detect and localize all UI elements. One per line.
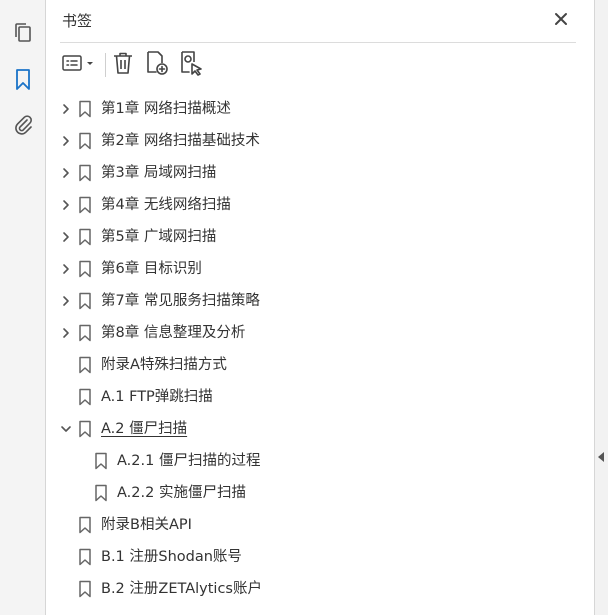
options-button[interactable] [60,50,98,80]
attachments-button[interactable] [9,113,37,141]
bookmark-icon [78,228,92,246]
bookmark-label: 第3章 局域网扫描 [101,165,217,181]
panel-collapse-strip[interactable] [594,0,608,615]
bookmark-icon [78,420,92,438]
bookmark-icon [78,164,92,182]
bookmark-icon [94,484,108,502]
bookmark-item[interactable]: B.2 注册ZETAlytics账户 [46,573,586,605]
bookmark-icon [94,452,108,470]
pages-button[interactable] [9,21,37,49]
bookmarks-toolbar [58,50,358,80]
bookmark-icon [78,548,92,566]
chevron-right-icon[interactable] [60,166,72,180]
bookmark-item[interactable]: A.1 FTP弹跳扫描 [46,381,586,413]
chevron-right-icon[interactable] [60,326,72,340]
bookmark-label: 第1章 网络扫描概述 [101,101,231,117]
bookmark-item[interactable]: 第2章 网络扫描基础技术 [46,125,586,157]
bookmark-subitem[interactable]: A.2.1 僵尸扫描的过程 [46,445,586,477]
bookmark-item[interactable]: 第1章 网络扫描概述 [46,93,586,125]
bookmark-label: A.2.2 实施僵尸扫描 [117,485,246,501]
close-icon [554,11,568,30]
bookmark-label: B.1 注册Shodan账号 [101,549,242,565]
close-panel-button[interactable] [550,9,572,31]
new-bookmark-button[interactable] [144,50,170,80]
chevron-down-icon[interactable] [60,422,72,436]
bookmark-label: 第8章 信息整理及分析 [101,325,246,341]
panel-title: 书签 [62,12,93,30]
bookmark-label: B.2 注册ZETAlytics账户 [101,581,262,597]
bookmark-item[interactable]: 第4章 无线网络扫描 [46,189,586,221]
title-divider [60,42,576,43]
bookmark-item[interactable]: 附录B相关API [46,509,586,541]
delete-icon [112,51,134,79]
bookmark-icon [78,356,92,374]
bookmark-item[interactable]: 第8章 信息整理及分析 [46,317,586,349]
new-bookmark-icon [144,50,170,80]
collapse-arrow-icon [598,452,604,462]
chevron-right-icon[interactable] [60,230,72,244]
bookmark-subitem[interactable]: A.2.2 实施僵尸扫描 [46,477,586,509]
bookmark-icon [78,516,92,534]
bookmark-label: 附录B相关API [101,517,192,533]
bookmark-label: 第4章 无线网络扫描 [101,197,231,213]
new-bookmark-from-structure-button[interactable] [178,50,204,80]
pages-icon [12,21,34,49]
chevron-right-icon[interactable] [60,294,72,308]
options-icon [61,53,97,77]
chevron-right-icon[interactable] [60,102,72,116]
bookmark-icon [14,68,32,96]
chevron-right-icon[interactable] [60,198,72,212]
bookmarks-button[interactable] [9,68,54,96]
bookmarks-panel: 书签 第1章 网络扫描概述 第2章 网络扫描基础技术 第3章 局域网扫描 第4章… [46,0,594,615]
toolbar-divider [105,53,106,77]
bookmark-label: 第7章 常见服务扫描策略 [101,293,260,309]
bookmark-icon [78,132,92,150]
bookmark-label: 附录A特殊扫描方式 [101,357,227,373]
bookmark-item[interactable]: 第6章 目标识别 [46,253,586,285]
bookmark-item[interactable]: 附录A特殊扫描方式 [46,349,586,381]
bookmark-icon [78,260,92,278]
bookmark-label: 第2章 网络扫描基础技术 [101,133,260,149]
attachment-icon [12,113,34,141]
bookmark-item[interactable]: A.2 僵尸扫描 [46,413,586,445]
chevron-right-icon[interactable] [60,134,72,148]
bookmark-icon [78,580,92,598]
bookmark-item[interactable]: 第3章 局域网扫描 [46,157,586,189]
chevron-right-icon[interactable] [60,262,72,276]
bookmark-label: 第6章 目标识别 [101,261,202,277]
bookmark-icon [78,292,92,310]
delete-bookmark-button[interactable] [110,50,136,80]
new-bookmark-from-structure-icon [178,50,204,80]
bookmark-item[interactable]: 第5章 广域网扫描 [46,221,586,253]
bookmark-icon [78,324,92,342]
bookmark-label: A.2 僵尸扫描 [101,421,188,437]
bookmark-icon [78,100,92,118]
bookmark-icon [78,388,92,406]
bookmark-item[interactable]: B.1 注册Shodan账号 [46,541,586,573]
bookmark-icon [78,196,92,214]
bookmark-label: A.1 FTP弹跳扫描 [101,389,213,405]
bookmark-label: 第5章 广域网扫描 [101,229,217,245]
bookmark-label: A.2.1 僵尸扫描的过程 [117,453,261,469]
navigation-rail [0,0,54,615]
bookmark-item[interactable]: 第7章 常见服务扫描策略 [46,285,586,317]
